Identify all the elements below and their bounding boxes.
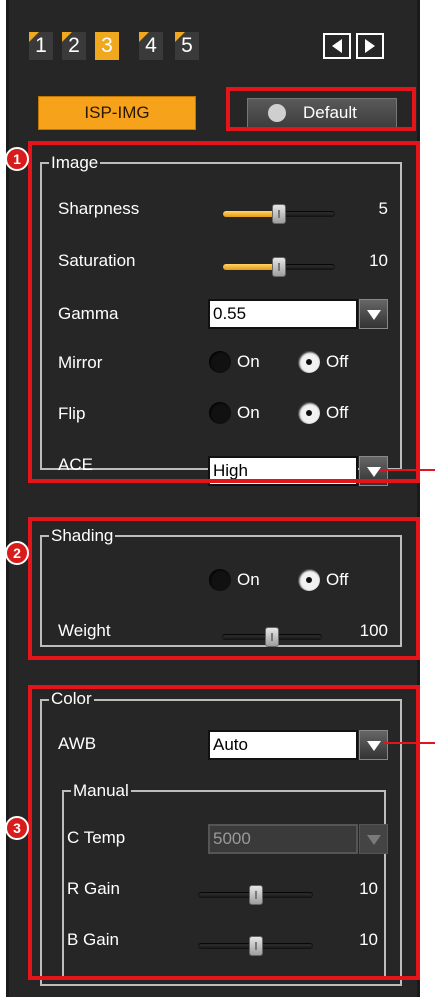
default-highlight-box bbox=[226, 87, 416, 131]
callout-badge-2: 2 bbox=[5, 541, 29, 565]
triangle-right-icon bbox=[365, 39, 375, 53]
tab-label: 4 bbox=[145, 34, 157, 57]
next-button[interactable] bbox=[356, 33, 384, 59]
callout-pointer-line bbox=[383, 742, 435, 744]
prev-button[interactable] bbox=[323, 33, 351, 59]
tab-3[interactable]: 3 bbox=[95, 32, 119, 60]
color-highlight-box bbox=[28, 685, 420, 980]
tab-2[interactable]: 2 bbox=[62, 32, 86, 60]
tab-label: 2 bbox=[68, 34, 80, 57]
tab-label: 5 bbox=[181, 34, 193, 57]
image-highlight-box bbox=[28, 141, 420, 483]
triangle-left-icon bbox=[332, 39, 342, 53]
tab-4[interactable]: 4 bbox=[139, 32, 163, 60]
isp-settings-screenshot: 1 2 3 4 5 ISP-IMG Default Image Sharpnes… bbox=[0, 0, 435, 997]
tab-label: 3 bbox=[101, 34, 113, 57]
callout-pointer-line bbox=[380, 469, 435, 471]
isp-img-button[interactable]: ISP-IMG bbox=[38, 96, 196, 130]
tab-label: 1 bbox=[35, 34, 47, 57]
tab-1[interactable]: 1 bbox=[29, 32, 53, 60]
tab-5[interactable]: 5 bbox=[175, 32, 199, 60]
shading-highlight-box bbox=[28, 517, 420, 660]
callout-badge-3: 3 bbox=[5, 816, 29, 840]
callout-badge-1: 1 bbox=[5, 147, 29, 171]
